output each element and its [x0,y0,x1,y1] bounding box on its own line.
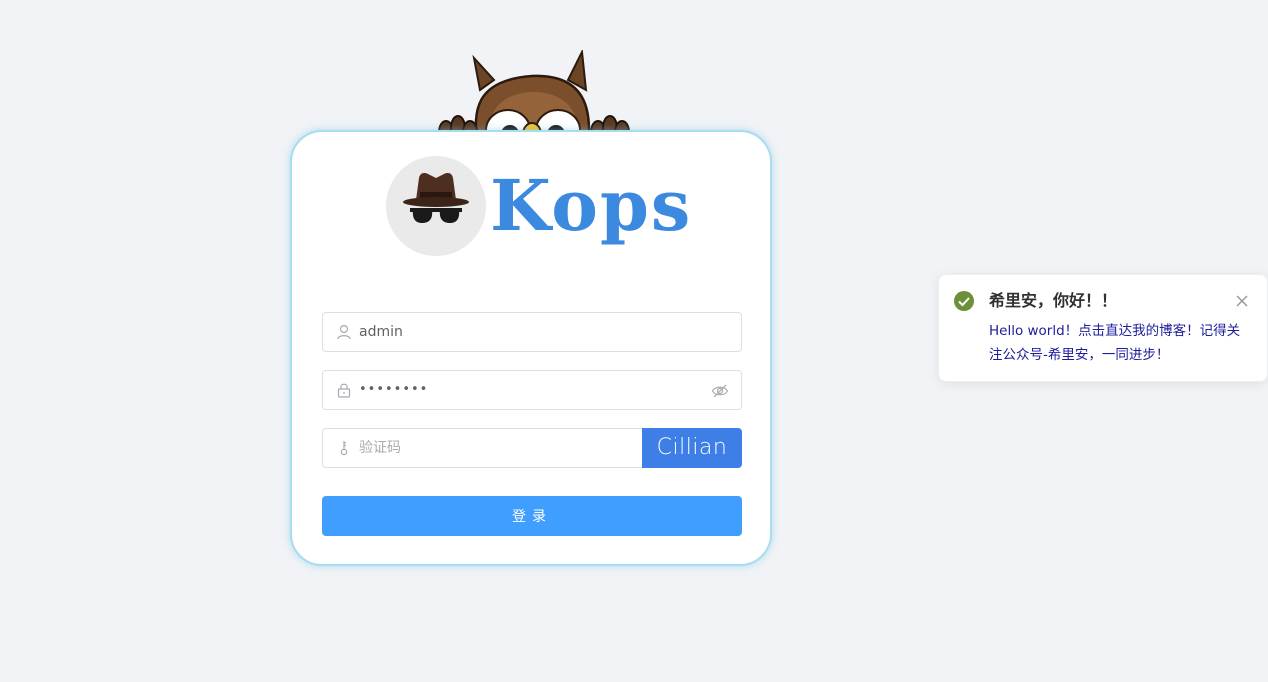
login-card: Kops admin •••••••• 验证码 Cillian 登录 [290,130,772,566]
success-notification: 希里安，你好！！ Hello world！点击直达我的博客！记得关注公众号-希里… [938,274,1268,382]
login-button[interactable]: 登录 [322,496,742,536]
spy-hat-glasses-icon [386,156,486,256]
password-field[interactable]: •••••••• [322,370,742,410]
username-value: admin [359,324,403,340]
eye-off-icon[interactable] [711,382,729,400]
brand-header: Kops [386,156,706,258]
captcha-placeholder: 验证码 [359,440,401,456]
notification-message[interactable]: Hello world！点击直达我的博客！记得关注公众号-希里安，一同进步！ [989,319,1245,367]
username-field[interactable]: admin [322,312,742,352]
lock-icon [335,381,353,399]
close-icon[interactable] [1235,294,1249,308]
password-value: •••••••• [359,382,429,397]
captcha-field[interactable]: 验证码 [322,428,642,468]
avatar [386,156,486,256]
check-circle-icon [953,290,975,312]
key-icon [335,439,353,457]
notification-title: 希里安，你好！！ [989,291,1118,310]
user-icon [335,323,353,341]
captcha-image[interactable]: Cillian [642,428,742,468]
brand-name: Kops [490,164,693,247]
